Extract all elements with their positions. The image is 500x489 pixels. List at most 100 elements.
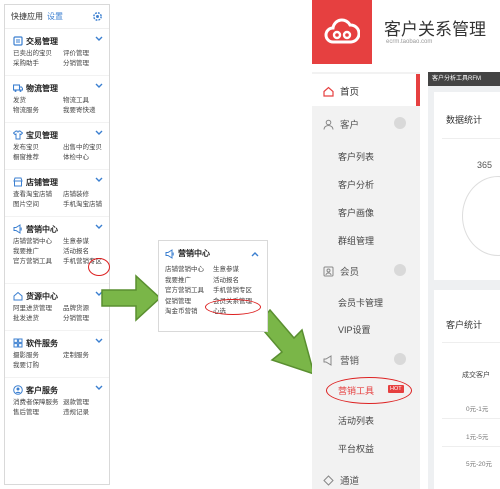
section-title[interactable]: 店铺管理 bbox=[26, 177, 58, 188]
link-logistics-service[interactable]: 物流服务 bbox=[13, 106, 63, 116]
truck-icon bbox=[13, 84, 23, 92]
chevron-down-icon[interactable] bbox=[95, 83, 103, 89]
deal-customers-label: 成交客户 bbox=[462, 372, 490, 379]
link-business-advisor[interactable]: 生意参谋 bbox=[213, 265, 265, 276]
link-official-marketing-tools[interactable]: 官方营销工具 bbox=[165, 286, 213, 297]
crm-app: 客户关系管理 ecrm.taobao.com 首页 客户 客户列表 客户分析 客… bbox=[312, 0, 500, 489]
arrow-right-icon bbox=[101, 274, 162, 322]
section-title[interactable]: 物流管理 bbox=[26, 83, 58, 94]
link-consumer-protection[interactable]: 消费者保障服务 bbox=[13, 398, 63, 408]
link-photo-service[interactable]: 摄影服务 bbox=[13, 351, 63, 361]
divider bbox=[442, 418, 500, 419]
chevron-down-icon[interactable] bbox=[95, 338, 103, 344]
link-refund-management[interactable]: 退款管理 bbox=[63, 398, 107, 408]
collapse-icon[interactable] bbox=[394, 117, 406, 129]
nav-vip-settings[interactable]: VIP设置 bbox=[338, 323, 371, 336]
link-promote[interactable]: 我要推广 bbox=[165, 276, 213, 287]
highlight-circle bbox=[326, 377, 412, 404]
link-send-express[interactable]: 我要寄快递 bbox=[63, 106, 107, 116]
link-publish-item[interactable]: 发布宝贝 bbox=[13, 143, 63, 153]
link-checkup-center[interactable]: 体检中心 bbox=[63, 153, 107, 163]
range-label: 5元-20元 bbox=[466, 461, 493, 468]
link-window-recommend[interactable]: 橱窗推荐 bbox=[13, 153, 63, 163]
nav-customer[interactable]: 客户 bbox=[323, 117, 359, 131]
nav-member[interactable]: 会员 bbox=[323, 264, 359, 278]
link-violation-records[interactable]: 违规记录 bbox=[63, 408, 107, 418]
app-url: ecrm.taobao.com bbox=[386, 39, 433, 45]
channel-icon bbox=[323, 474, 334, 486]
nav-channel[interactable]: 通道 bbox=[323, 473, 359, 487]
section-software-services: 软件服务 摄影服务 定制服务 我要订购 bbox=[5, 331, 109, 378]
section-title[interactable]: 货源中心 bbox=[26, 291, 58, 302]
chevron-down-icon[interactable] bbox=[95, 224, 103, 230]
nav-channel-label: 通道 bbox=[340, 476, 360, 487]
divider bbox=[442, 446, 500, 447]
link-after-sales[interactable]: 售后管理 bbox=[13, 408, 63, 418]
nav-customer-profile[interactable]: 客户画像 bbox=[338, 206, 374, 219]
user-icon bbox=[13, 385, 23, 395]
nav-activity-list[interactable]: 活动列表 bbox=[338, 414, 374, 427]
home-icon bbox=[323, 86, 334, 97]
nav-customer-list[interactable]: 客户列表 bbox=[338, 150, 374, 163]
chevron-up-icon[interactable] bbox=[251, 251, 259, 257]
tool-tab-label: 客户分析工具RFM bbox=[432, 76, 481, 82]
nav-home-item[interactable]: 首页 bbox=[323, 84, 359, 98]
link-promote[interactable]: 我要推广 bbox=[13, 247, 63, 257]
section-title[interactable]: 宝贝管理 bbox=[26, 130, 58, 141]
link-distribution-management[interactable]: 分销管理 bbox=[63, 59, 107, 69]
app-name: 客户关系管理 bbox=[384, 20, 486, 39]
chevron-down-icon[interactable] bbox=[95, 385, 103, 391]
link-mobile-shop[interactable]: 手机淘宝店铺 bbox=[63, 200, 107, 210]
nav-member-label: 会员 bbox=[340, 267, 360, 278]
link-shop-marketing-center[interactable]: 店铺营销中心 bbox=[13, 237, 63, 247]
link-view-shop[interactable]: 查看淘宝店铺 bbox=[13, 190, 63, 200]
link-purchase-assistant[interactable]: 采购助手 bbox=[13, 59, 63, 69]
link-subscribe[interactable]: 我要订购 bbox=[13, 361, 63, 371]
collapse-icon[interactable] bbox=[394, 353, 406, 365]
link-activity-signup[interactable]: 活动报名 bbox=[63, 247, 107, 257]
section-logistics-management: 物流管理 发货 物流工具 物流服务 我要寄快递 bbox=[5, 76, 109, 123]
link-official-marketing-tools[interactable]: 官方营销工具 bbox=[13, 257, 63, 267]
quick-apps-sidebar: 快捷应用 设置 交易管理 已卖出的宝贝 评价管理 采购助手 分销管理 物流管理 发… bbox=[4, 4, 110, 485]
range-label: 0元-1元 bbox=[466, 406, 489, 413]
nav-active-indicator bbox=[416, 74, 420, 106]
link-activity-signup[interactable]: 活动报名 bbox=[213, 276, 265, 287]
link-ship[interactable]: 发货 bbox=[13, 96, 63, 106]
chevron-down-icon[interactable] bbox=[95, 177, 103, 183]
data-stats-value: 365 bbox=[477, 160, 493, 170]
link-mobile-marketing-zone[interactable]: 手机营销专区 bbox=[213, 286, 265, 297]
nav-customer-label: 客户 bbox=[340, 120, 360, 131]
quick-apps-settings-link[interactable]: 设置 bbox=[47, 12, 63, 21]
tool-tab-bar[interactable]: 客户分析工具RFM bbox=[428, 72, 500, 86]
link-items-on-sale[interactable]: 出售中的宝贝 bbox=[63, 143, 107, 153]
megaphone-icon bbox=[13, 224, 22, 234]
link-logistics-tools[interactable]: 物流工具 bbox=[63, 96, 107, 106]
section-title[interactable]: 营销中心 bbox=[26, 224, 58, 235]
link-review-management[interactable]: 评价管理 bbox=[63, 49, 107, 59]
gear-icon[interactable] bbox=[92, 11, 103, 22]
customer-stats-title: 客户统计 bbox=[446, 320, 483, 330]
popup-title[interactable]: 营销中心 bbox=[178, 248, 210, 259]
nav-group-manage[interactable]: 群组管理 bbox=[338, 234, 374, 247]
section-title[interactable]: 软件服务 bbox=[26, 338, 58, 349]
link-custom-service[interactable]: 定制服务 bbox=[63, 351, 107, 361]
link-shop-decoration[interactable]: 店铺装修 bbox=[63, 190, 107, 200]
section-title[interactable]: 交易管理 bbox=[26, 36, 58, 47]
link-wholesale[interactable]: 批发进货 bbox=[13, 314, 63, 324]
chevron-down-icon[interactable] bbox=[95, 130, 103, 136]
nav-platform-rights[interactable]: 平台权益 bbox=[338, 442, 374, 455]
nav-home-label: 首页 bbox=[340, 87, 360, 98]
chevron-down-icon[interactable] bbox=[95, 36, 103, 42]
section-title[interactable]: 客户服务 bbox=[26, 385, 58, 396]
collapse-icon[interactable] bbox=[394, 264, 406, 276]
nav-customer-analysis[interactable]: 客户分析 bbox=[338, 178, 374, 191]
link-ali-purchase[interactable]: 阿里进货管理 bbox=[13, 304, 63, 314]
nav-member-card[interactable]: 会员卡管理 bbox=[338, 296, 383, 309]
grid-icon bbox=[13, 338, 23, 348]
link-image-space[interactable]: 图片空间 bbox=[13, 200, 63, 210]
member-card-icon bbox=[323, 266, 334, 276]
link-sold-items[interactable]: 已卖出的宝贝 bbox=[13, 49, 63, 59]
link-business-advisor[interactable]: 生意参谋 bbox=[63, 237, 107, 247]
link-shop-marketing-center[interactable]: 店铺营销中心 bbox=[165, 265, 213, 276]
nav-marketing[interactable]: 营销 bbox=[323, 353, 359, 367]
